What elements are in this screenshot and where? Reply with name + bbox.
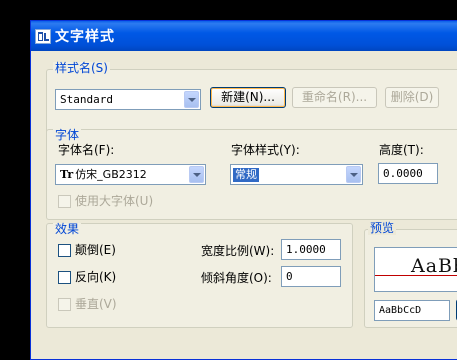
oblique-angle-value: 0 — [286, 270, 293, 283]
vertical-label: 垂直(V) — [75, 297, 117, 311]
font-name-value: 仿宋_GB2312 — [75, 168, 147, 181]
style-name-group-label: 样式名(S) — [53, 61, 110, 75]
font-style-label: 字体样式(Y): — [231, 143, 300, 157]
window-title: 文字样式 — [55, 29, 115, 45]
oblique-angle-input[interactable]: 0 — [281, 266, 341, 287]
title-bar[interactable]: 文字样式 — [31, 21, 457, 51]
vertical-checkbox[interactable] — [58, 298, 71, 311]
effects-group-label: 效果 — [53, 222, 82, 236]
preview-text-input[interactable]: AaBbCcD — [374, 300, 450, 321]
backwards-label: 反向(K) — [75, 270, 117, 284]
rename-style-button[interactable]: 重命名(R)... — [292, 87, 377, 108]
font-name-combo[interactable]: Tr 仿宋_GB2312 — [55, 164, 206, 185]
new-style-button[interactable]: 新建(N)... — [210, 87, 286, 108]
font-style-combo[interactable]: 常规 — [230, 164, 363, 185]
preview-group-label: 预览 — [368, 221, 397, 235]
font-group-label: 字体 — [53, 128, 82, 142]
preview-sample-text: AaBb — [411, 255, 457, 277]
width-factor-input[interactable]: 1.0000 — [281, 239, 341, 260]
delete-style-button[interactable]: 删除(D) — [385, 87, 439, 108]
preview-text-value: AaBbCcD — [379, 305, 422, 316]
height-input[interactable]: 0.0000 — [378, 163, 438, 184]
truetype-icon: Tr — [60, 168, 74, 181]
width-factor-value: 1.0000 — [286, 243, 326, 256]
height-label: 高度(T): — [379, 143, 424, 157]
chevron-down-icon[interactable] — [189, 166, 204, 183]
oblique-angle-label: 倾斜角度(O): — [201, 271, 272, 285]
text-style-dialog: 文字样式 样式名(S) Standard 新建(N)... 重命名(R)... … — [30, 20, 457, 360]
chevron-down-icon[interactable] — [184, 91, 199, 108]
font-name-label: 字体名(F): — [58, 143, 115, 157]
chevron-down-icon[interactable] — [346, 166, 361, 183]
style-name-value: Standard — [60, 93, 113, 106]
upside-down-checkbox[interactable] — [58, 244, 71, 257]
style-name-combo[interactable]: Standard — [55, 89, 201, 110]
backwards-checkbox[interactable] — [58, 271, 71, 284]
upside-down-label: 颠倒(E) — [75, 243, 116, 257]
preview-canvas: AaBb — [374, 247, 457, 292]
height-value: 0.0000 — [383, 167, 423, 180]
use-bigfont-label: 使用大字体(U) — [75, 194, 154, 208]
use-bigfont-checkbox[interactable] — [58, 195, 71, 208]
app-icon — [35, 29, 51, 44]
width-factor-label: 宽度比例(W): — [201, 244, 275, 258]
font-style-value: 常规 — [233, 168, 259, 182]
